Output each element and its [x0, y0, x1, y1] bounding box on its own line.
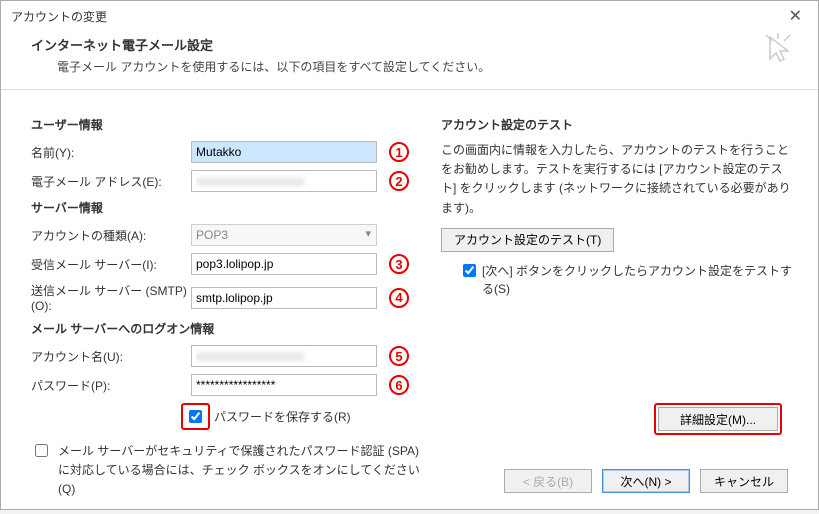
header-title: インターネット電子メール設定: [31, 35, 788, 54]
back-button: < 戻る(B): [504, 469, 592, 493]
badge-3: 3: [389, 254, 409, 274]
next-button[interactable]: 次へ(N) >: [602, 469, 690, 493]
user-section-title: ユーザー情報: [31, 116, 431, 133]
test-description: この画面内に情報を入力したら、アカウントのテストを行うことをお勧めします。テスト…: [441, 141, 792, 218]
badge-6: 6: [389, 375, 409, 395]
account-change-dialog: アカウントの変更 ✕ インターネット電子メール設定 電子メール アカウントを使用…: [0, 0, 819, 510]
save-password-label: パスワードを保存する(R): [214, 408, 351, 425]
logon-section-title: メール サーバーへのログオン情報: [31, 320, 431, 337]
email-input[interactable]: [191, 170, 377, 192]
detail-settings-highlight: 詳細設定(M)...: [654, 403, 782, 435]
incoming-input[interactable]: [191, 253, 377, 275]
footer: < 戻る(B) 次へ(N) > キャンセル: [504, 469, 788, 493]
detail-settings-button[interactable]: 詳細設定(M)...: [658, 407, 778, 431]
save-password-highlight: [181, 403, 210, 430]
badge-5: 5: [389, 346, 409, 366]
password-label: パスワード(P):: [31, 377, 191, 394]
header: インターネット電子メール設定 電子メール アカウントを使用するには、以下の項目を…: [1, 31, 818, 90]
name-label: 名前(Y):: [31, 144, 191, 161]
server-section-title: サーバー情報: [31, 199, 431, 216]
email-label: 電子メール アドレス(E):: [31, 173, 191, 190]
incoming-label: 受信メール サーバー(I):: [31, 256, 191, 273]
test-on-next-label: [次へ] ボタンをクリックしたらアカウント設定をテストする(S): [482, 262, 792, 298]
spa-label: メール サーバーがセキュリティで保護されたパスワード認証 (SPA) に対応して…: [58, 442, 431, 500]
test-section-title: アカウント設定のテスト: [441, 116, 792, 133]
test-settings-button[interactable]: アカウント設定のテスト(T): [441, 228, 614, 252]
badge-4: 4: [389, 288, 409, 308]
window-title: アカウントの変更: [11, 8, 107, 25]
outgoing-label: 送信メール サーバー (SMTP)(O):: [31, 282, 191, 313]
account-type-label: アカウントの種類(A):: [31, 227, 191, 244]
badge-2: 2: [389, 171, 409, 191]
header-subtitle: 電子メール アカウントを使用するには、以下の項目をすべて設定してください。: [57, 58, 788, 75]
cursor-icon: [764, 33, 796, 65]
titlebar: アカウントの変更 ✕: [1, 1, 818, 31]
username-input[interactable]: [191, 345, 377, 367]
save-password-checkbox[interactable]: [189, 410, 202, 423]
account-type-select: POP3: [191, 224, 377, 246]
username-label: アカウント名(U):: [31, 348, 191, 365]
password-input[interactable]: [191, 374, 377, 396]
cancel-button[interactable]: キャンセル: [700, 469, 788, 493]
test-on-next-checkbox[interactable]: [463, 264, 476, 277]
close-icon[interactable]: ✕: [783, 4, 808, 28]
badge-1: 1: [389, 142, 409, 162]
spa-checkbox[interactable]: [35, 444, 48, 457]
outgoing-input[interactable]: [191, 287, 377, 309]
name-input[interactable]: [191, 141, 377, 163]
